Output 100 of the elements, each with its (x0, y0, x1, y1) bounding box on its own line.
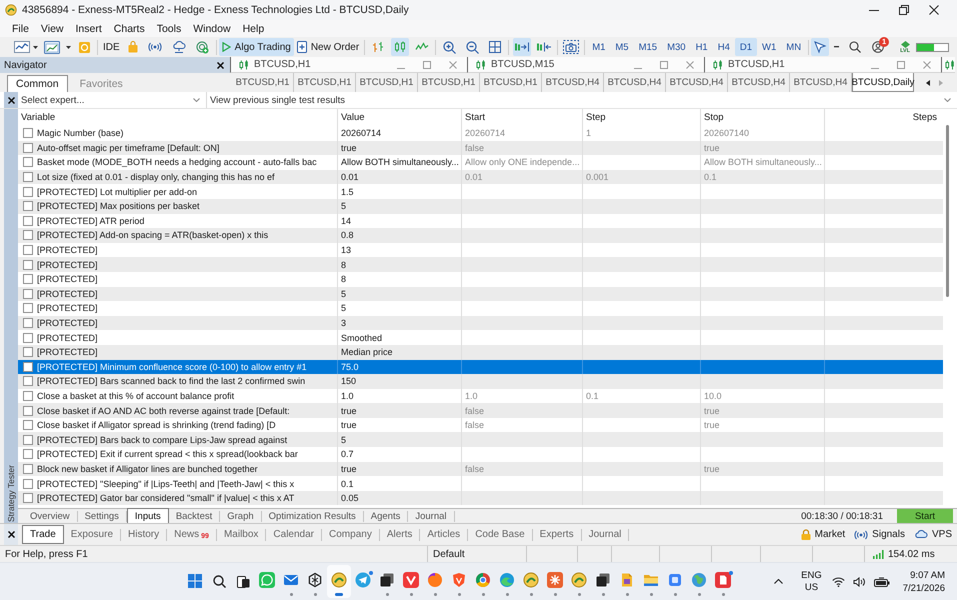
cursor-icon[interactable] (811, 38, 830, 56)
table-row[interactable]: [PROTECTED] Add-on spacing = ATR(basket-open) x this 0.8 (18, 228, 943, 243)
scroll-left-icon[interactable] (926, 80, 930, 86)
checkbox[interactable] (23, 186, 33, 197)
checkbox[interactable] (23, 390, 33, 401)
table-row[interactable]: Lot size (fixed at 0.01 - display only, changing this has no ef 0.01 0.01 0.001 0.1 (18, 170, 943, 184)
table-row[interactable]: [PROTECTED] Minimum confluence score (0-100) to allow entry #1 75.0 (18, 360, 943, 374)
checkbox[interactable] (23, 318, 33, 328)
checkbox[interactable] (23, 420, 33, 430)
timeframe-button[interactable]: D1 (734, 38, 758, 56)
checkbox[interactable] (23, 376, 33, 386)
start-button[interactable]: Start (897, 509, 953, 523)
table-row[interactable]: Block new basket if Alligator lines are bunched together true false true (18, 462, 943, 476)
chart-window-icon[interactable] (44, 40, 60, 54)
checkbox[interactable] (23, 362, 33, 372)
checkbox[interactable] (23, 201, 33, 212)
table-row[interactable]: [PROTECTED] Bars scanned back to find the last 2 confirmed swin 150 (18, 374, 943, 389)
timeframe-button[interactable]: M5 (610, 38, 634, 56)
user-icon[interactable] (872, 41, 884, 53)
speaker-icon[interactable] (852, 576, 866, 586)
toolbox-tab[interactable]: Mailbox (216, 528, 266, 540)
checkbox[interactable] (23, 260, 33, 270)
radio-waves-icon[interactable] (148, 42, 162, 52)
table-row[interactable]: Auto-offset magic per timeframe [Default: ON] true false true (18, 140, 943, 156)
table-row[interactable]: Close basket if AO AND AC both reverse against trade [Default: true false true (18, 403, 943, 418)
close-icon[interactable] (8, 531, 14, 538)
menu-item[interactable]: Tools (150, 22, 188, 34)
checkbox[interactable] (23, 274, 33, 284)
new-order-button[interactable]: New Order (294, 38, 362, 56)
chart-tab[interactable]: BTCUSD,Daily (852, 73, 914, 92)
line-chart-icon[interactable] (14, 41, 30, 53)
zoom-in-icon[interactable] (443, 40, 456, 54)
column-header[interactable]: Value (341, 112, 365, 123)
table-row[interactable]: [PROTECTED] 8 (18, 257, 943, 272)
timeframe-button[interactable]: H4 (712, 38, 735, 56)
tester-tab[interactable]: Graph (220, 510, 262, 522)
checkbox[interactable] (23, 157, 33, 168)
dash-icon[interactable] (834, 46, 840, 48)
checkbox[interactable] (23, 288, 33, 299)
timeframe-button[interactable]: W1 (757, 38, 782, 56)
candlestick-chart-icon[interactable] (391, 38, 410, 56)
checkbox[interactable] (23, 128, 33, 138)
chevron-up-icon[interactable] (774, 579, 784, 584)
task-view-icon[interactable] (236, 576, 250, 588)
timeframe-button[interactable]: MN (781, 38, 806, 56)
toolbox-tab[interactable]: Trade (22, 525, 64, 544)
service-link[interactable]: Market (800, 529, 846, 540)
scroll-right-icon[interactable] (939, 80, 943, 86)
cloud-icon[interactable] (172, 41, 186, 53)
camera-icon[interactable] (563, 40, 580, 54)
menu-item[interactable]: Window (187, 22, 237, 34)
checkbox[interactable] (23, 230, 33, 240)
search-icon[interactable] (212, 575, 226, 588)
table-row[interactable]: [PROTECTED] Bars back to compare Lips-Jaw spread against 5 (18, 432, 943, 448)
tester-tab[interactable]: Backtest (168, 510, 220, 522)
clock-date[interactable]: 7/21/2026 (902, 582, 945, 594)
checkbox[interactable] (23, 142, 33, 153)
search-icon[interactable] (849, 41, 862, 53)
language-text[interactable]: ENG (801, 570, 822, 582)
service-link[interactable]: Signals (854, 529, 905, 540)
shopping-bag-icon[interactable] (128, 41, 138, 53)
scrollbar-thumb[interactable] (946, 125, 949, 297)
tester-tab[interactable]: Overview (23, 510, 78, 522)
column-header[interactable]: Step (586, 112, 606, 123)
clock-time[interactable]: 9:07 AM (910, 568, 945, 582)
checkbox[interactable] (23, 464, 33, 474)
expert-dropdown[interactable]: Select expert... (18, 92, 207, 108)
table-row[interactable]: [PROTECTED] Max positions per basket 5 (18, 198, 943, 214)
menu-item[interactable]: Insert (70, 22, 108, 34)
tester-tab[interactable]: Agents (364, 510, 408, 522)
ide-button[interactable]: IDE (100, 38, 123, 56)
table-row[interactable]: [PROTECTED] 3 (18, 316, 943, 330)
maximize-icon[interactable] (423, 60, 431, 68)
wifi-icon[interactable] (832, 576, 845, 586)
checkbox[interactable] (23, 216, 33, 226)
checkbox[interactable] (23, 347, 33, 358)
table-row[interactable]: [PROTECTED] Gator bar considered "small" if |value| < this x AT 0.05 (18, 490, 943, 506)
close-icon[interactable] (929, 5, 939, 15)
toolbox-tab[interactable]: Code Base (468, 528, 533, 540)
caret-icon[interactable] (33, 46, 38, 48)
menu-item[interactable]: File (6, 22, 35, 34)
toolbox-tab[interactable]: Calendar (266, 528, 322, 540)
checkbox[interactable] (23, 434, 33, 445)
toolbox-tab[interactable]: History (121, 528, 168, 540)
restore-icon[interactable] (899, 5, 909, 15)
battery-icon[interactable] (874, 576, 890, 586)
algo-trading-button[interactable]: Algo Trading (218, 38, 294, 56)
tester-tab[interactable]: Journal (408, 510, 455, 522)
checkbox[interactable] (23, 172, 33, 182)
toolbox-tab[interactable]: Experts (532, 528, 582, 540)
checkbox[interactable] (23, 303, 33, 314)
tester-tab[interactable]: Inputs (126, 508, 169, 523)
maximize-icon[interactable] (897, 60, 905, 68)
close-icon[interactable] (8, 96, 14, 104)
maximize-icon[interactable] (660, 60, 668, 68)
checkbox[interactable] (23, 493, 33, 504)
checkbox[interactable] (23, 406, 33, 416)
toolbox-tab[interactable]: Exposure (64, 528, 122, 540)
zoom-out-icon[interactable] (466, 40, 480, 54)
close-icon[interactable] (217, 62, 224, 68)
